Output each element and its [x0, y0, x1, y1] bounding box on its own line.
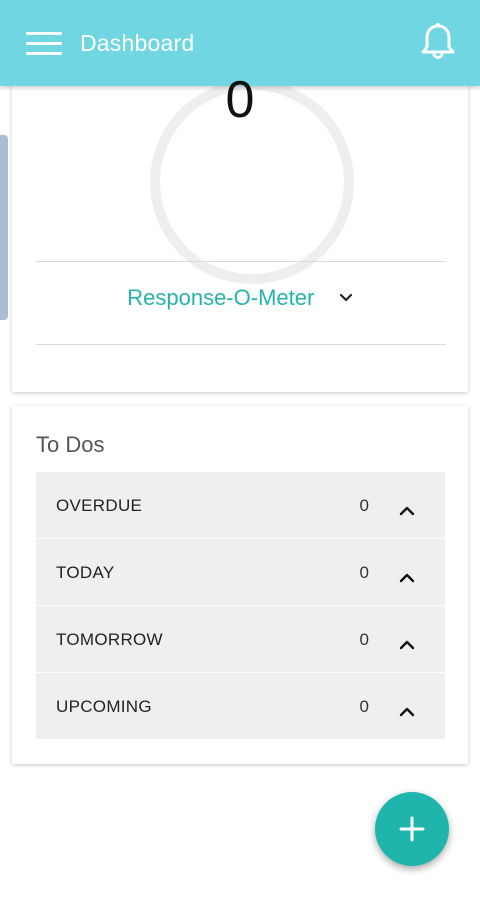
todo-item-tomorrow[interactable]: TOMORROW 0 [36, 606, 445, 673]
todos-card: To Dos OVERDUE 0 TODAY 0 TOMORROW 0 UPCO… [12, 406, 468, 764]
response-o-meter-selector[interactable]: Response-O-Meter [12, 285, 468, 321]
todo-list: OVERDUE 0 TODAY 0 TOMORROW 0 UPCOMING 0 [36, 472, 445, 740]
todo-item-overdue[interactable]: OVERDUE 0 [36, 472, 445, 539]
chevron-up-icon[interactable] [399, 705, 415, 717]
add-fab-button[interactable] [375, 792, 449, 866]
todo-count: 0 [359, 630, 369, 649]
response-o-meter-label: Response-O-Meter [127, 285, 315, 310]
chevron-up-icon[interactable] [399, 571, 415, 583]
gauge-value: 0 [225, 71, 255, 129]
todo-label: TODAY [56, 563, 115, 582]
plus-icon [399, 816, 425, 842]
todo-item-today[interactable]: TODAY 0 [36, 539, 445, 606]
chevron-down-icon [339, 291, 353, 305]
todo-label: TOMORROW [56, 630, 163, 649]
todos-title: To Dos [36, 432, 105, 457]
chevron-up-icon[interactable] [399, 638, 415, 650]
todo-label: UPCOMING [56, 697, 152, 716]
hamburger-menu-icon[interactable] [26, 30, 62, 56]
chevron-up-icon[interactable] [399, 504, 415, 516]
todo-count: 0 [359, 563, 369, 582]
todo-count: 0 [359, 496, 369, 515]
dashboard-screen: Dashboard Response-O-Meter 0 To Dos OVER… [0, 0, 480, 900]
drawer-edge-handle[interactable] [0, 135, 8, 320]
todo-label: OVERDUE [56, 496, 143, 515]
divider [36, 344, 446, 345]
todo-item-upcoming[interactable]: UPCOMING 0 [36, 673, 445, 740]
todo-count: 0 [359, 697, 369, 716]
bell-icon[interactable] [420, 22, 456, 62]
divider [36, 261, 446, 262]
page-title: Dashboard [80, 30, 195, 56]
